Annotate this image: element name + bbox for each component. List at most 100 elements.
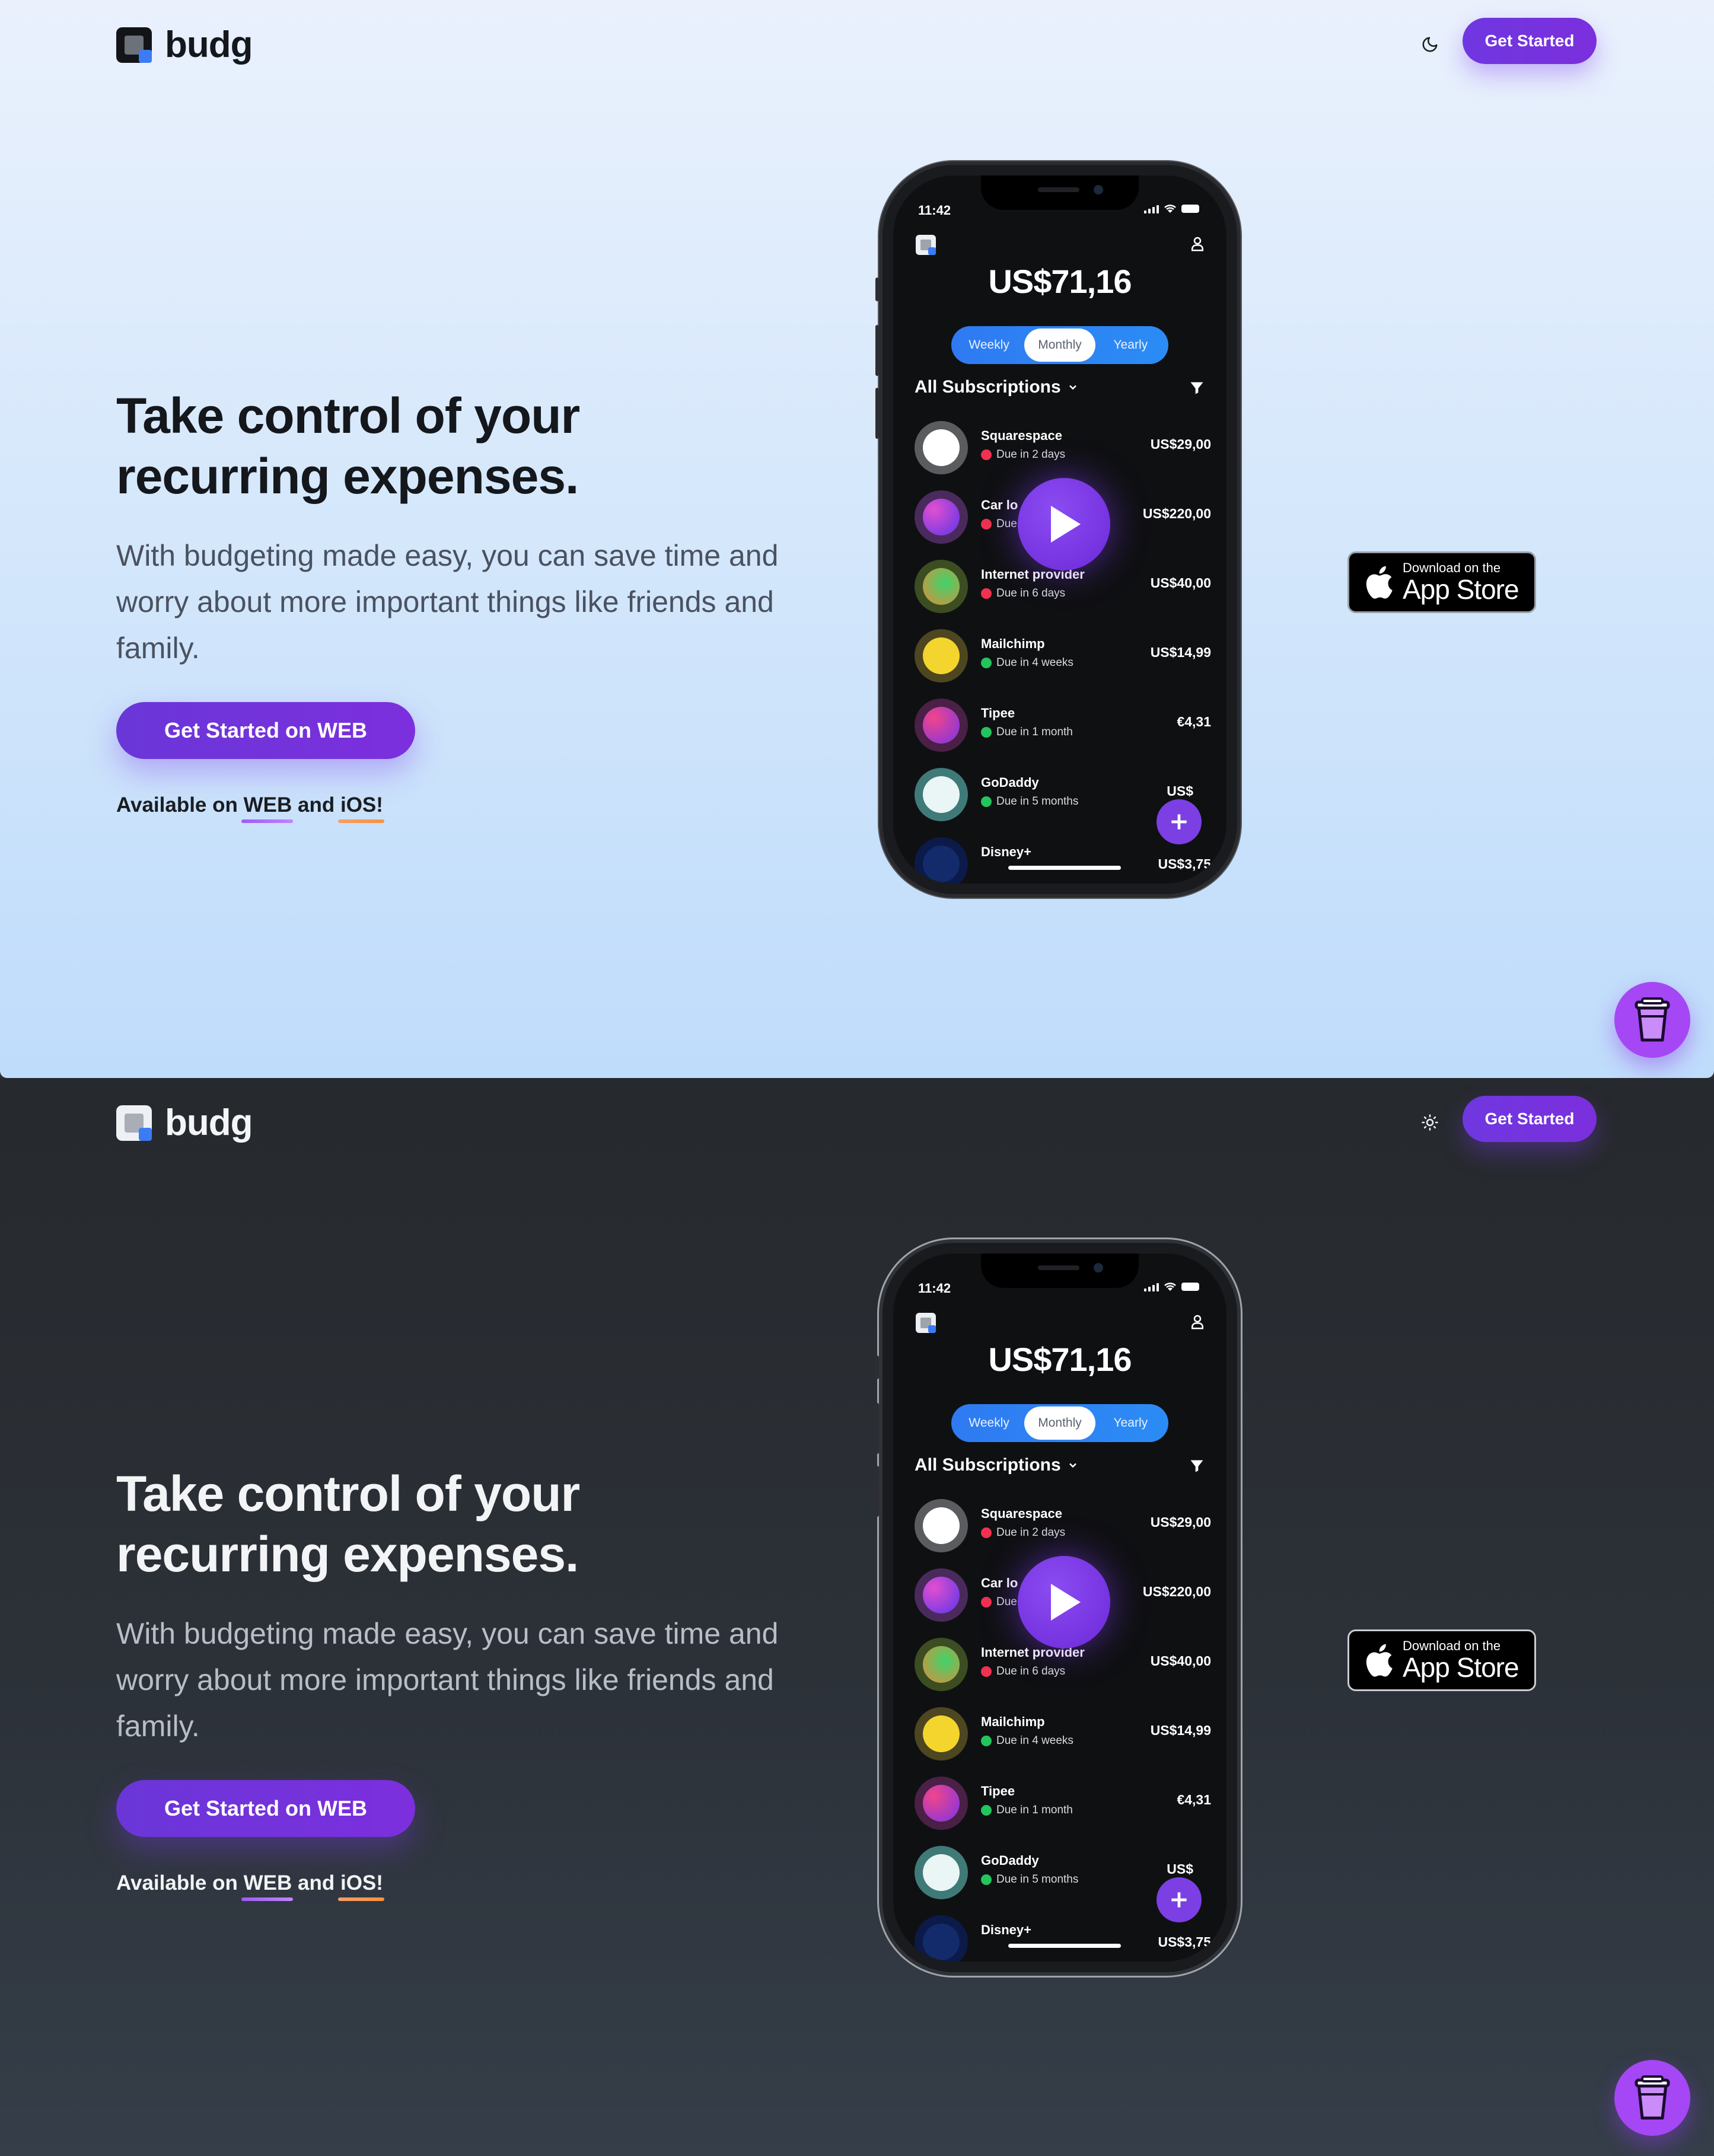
due-text: Due in 5 months [996, 795, 1079, 808]
buy-me-a-coffee-button[interactable] [1614, 2060, 1690, 2136]
add-subscription-button[interactable] [1157, 1877, 1202, 1922]
theme-toggle-button[interactable] [1415, 1108, 1445, 1137]
status-dot-icon [981, 449, 992, 460]
web-link[interactable]: WEB [241, 793, 293, 823]
subscription-row[interactable]: Squarespace Due in 2 days US$29,00 [915, 419, 1211, 476]
period-weekly[interactable]: Weekly [954, 1406, 1024, 1440]
app-store-badge[interactable]: Download on the App Store [1347, 551, 1536, 613]
due-text: Due in 6 days [996, 1665, 1066, 1677]
brand-logo[interactable]: budg [116, 24, 253, 66]
subscription-row[interactable]: Tipee Due in 1 month €4,31 [915, 696, 1211, 753]
available-prefix: Available on [116, 1871, 238, 1895]
subscription-row[interactable]: Disney+ US$3,75 [915, 835, 1211, 884]
subscription-name: Mailchimp [981, 636, 1045, 651]
godaddy-icon [915, 1846, 968, 1899]
buy-me-a-coffee-button[interactable] [1614, 982, 1690, 1058]
filter-icon[interactable] [1189, 379, 1205, 396]
available-and: and [298, 793, 335, 817]
subscription-row[interactable]: Tipee Due in 1 month €4,31 [915, 1774, 1211, 1831]
subscription-due: Due in 1 month [981, 726, 1073, 739]
due-text: Due in 2 days [996, 1526, 1066, 1539]
due-text: Due in 2 days [996, 448, 1066, 461]
subscription-price: US$3,75 [1158, 1934, 1211, 1950]
get-started-button[interactable]: Get Started [1463, 1096, 1597, 1142]
headline-line-2: recurring expenses. [116, 448, 579, 504]
ios-link[interactable]: iOS! [337, 1871, 384, 1901]
status-time: 11:42 [918, 203, 951, 218]
play-icon [1051, 506, 1081, 543]
subscription-row[interactable]: Squarespace Due in 2 days US$29,00 [915, 1497, 1211, 1554]
theme-toggle-button[interactable] [1415, 30, 1445, 59]
period-monthly[interactable]: Monthly [1024, 328, 1095, 362]
period-switcher[interactable]: Weekly Monthly Yearly [951, 326, 1168, 364]
add-subscription-button[interactable] [1157, 799, 1202, 844]
subscription-row[interactable]: Disney+ US$3,75 [915, 1913, 1211, 1962]
app-store-badge[interactable]: Download on the App Store [1347, 1629, 1536, 1691]
subscription-name: Squarespace [981, 428, 1062, 443]
coffee-cup-icon [1635, 997, 1670, 1042]
subscriptions-filter-dropdown[interactable]: All Subscriptions [915, 377, 1079, 397]
wifi-icon [1164, 1283, 1176, 1291]
subscription-name: Squarespace [981, 1506, 1062, 1521]
budg-logo-icon [116, 27, 152, 63]
subscription-row[interactable]: Mailchimp Due in 4 weeks US$14,99 [915, 1705, 1211, 1762]
hero-subtitle: With budgeting made easy, you can save t… [116, 1617, 779, 1743]
web-link[interactable]: WEB [241, 1871, 293, 1901]
subscription-due: Due in 4 weeks [981, 1734, 1073, 1747]
internet-provider-icon [915, 560, 968, 613]
disney-plus-icon [915, 837, 968, 884]
period-monthly[interactable]: Monthly [1024, 1406, 1095, 1440]
ios-link[interactable]: iOS! [337, 793, 384, 823]
subscription-name: Disney+ [981, 1922, 1031, 1937]
subscription-due: Due in 5 months [981, 795, 1078, 808]
subscription-due: Due in 6 days [981, 1665, 1065, 1678]
hero-section-dark-theme: budg Get Started Take control of your re… [0, 1078, 1714, 2156]
subscription-row[interactable]: Mailchimp Due in 4 weeks US$14,99 [915, 627, 1211, 684]
app-logo-icon [916, 1313, 936, 1333]
play-video-button[interactable] [1018, 1556, 1110, 1648]
subscription-price: US$220,00 [1142, 1584, 1211, 1599]
car-loan-icon [915, 490, 968, 544]
subscription-price: US$ [1167, 783, 1193, 799]
plus-icon [1171, 1892, 1187, 1908]
status-dot-icon [981, 1666, 992, 1677]
due-text: Due in 5 months [996, 1873, 1079, 1886]
subscription-price: US$3,75 [1158, 856, 1211, 872]
profile-icon[interactable] [1189, 1313, 1206, 1331]
moon-icon [1422, 37, 1438, 52]
subscription-name: Tipee [981, 1784, 1015, 1798]
due-text: Due in 6 days [996, 587, 1066, 599]
period-yearly[interactable]: Yearly [1095, 328, 1166, 362]
period-weekly[interactable]: Weekly [954, 328, 1024, 362]
profile-icon[interactable] [1189, 235, 1206, 253]
subscriptions-filter-dropdown[interactable]: All Subscriptions [915, 1455, 1079, 1475]
subscription-due: Due [981, 518, 1017, 531]
subscription-due: Due in 6 days [981, 587, 1065, 600]
internet-provider-icon [915, 1638, 968, 1691]
phone-mockup: 11:42 US$71,16 Weekly Monthly Yearly All… [875, 165, 1237, 894]
due-text: Due [996, 1596, 1017, 1608]
subscription-name: Car lo [981, 497, 1018, 512]
brand-logo[interactable]: budg [116, 1102, 253, 1144]
get-started-button[interactable]: Get Started [1463, 18, 1597, 64]
get-started-web-button[interactable]: Get Started on WEB [116, 702, 415, 759]
headline-line-1: Take control of your [116, 388, 580, 444]
subscription-price: US$29,00 [1150, 436, 1211, 452]
phone-mockup: 11:42 US$71,16 Weekly Monthly Yearly All… [875, 1243, 1237, 1972]
subscription-price: US$40,00 [1150, 1653, 1211, 1669]
status-dot-icon [981, 796, 992, 807]
budg-logo-icon [116, 1105, 152, 1141]
status-dot-icon [981, 1874, 992, 1885]
period-switcher[interactable]: Weekly Monthly Yearly [951, 1404, 1168, 1442]
filter-icon[interactable] [1189, 1457, 1205, 1474]
availability-note: Available on WEB and iOS! [116, 1871, 384, 1901]
status-dot-icon [981, 658, 992, 668]
home-indicator [1008, 1944, 1121, 1948]
status-dot-icon [981, 1597, 992, 1608]
signal-icon [1144, 204, 1159, 213]
get-started-web-button[interactable]: Get Started on WEB [116, 1780, 415, 1837]
play-video-button[interactable] [1018, 478, 1110, 570]
subscription-price: US$14,99 [1150, 1723, 1211, 1738]
period-yearly[interactable]: Yearly [1095, 1406, 1166, 1440]
home-indicator [1008, 866, 1121, 870]
